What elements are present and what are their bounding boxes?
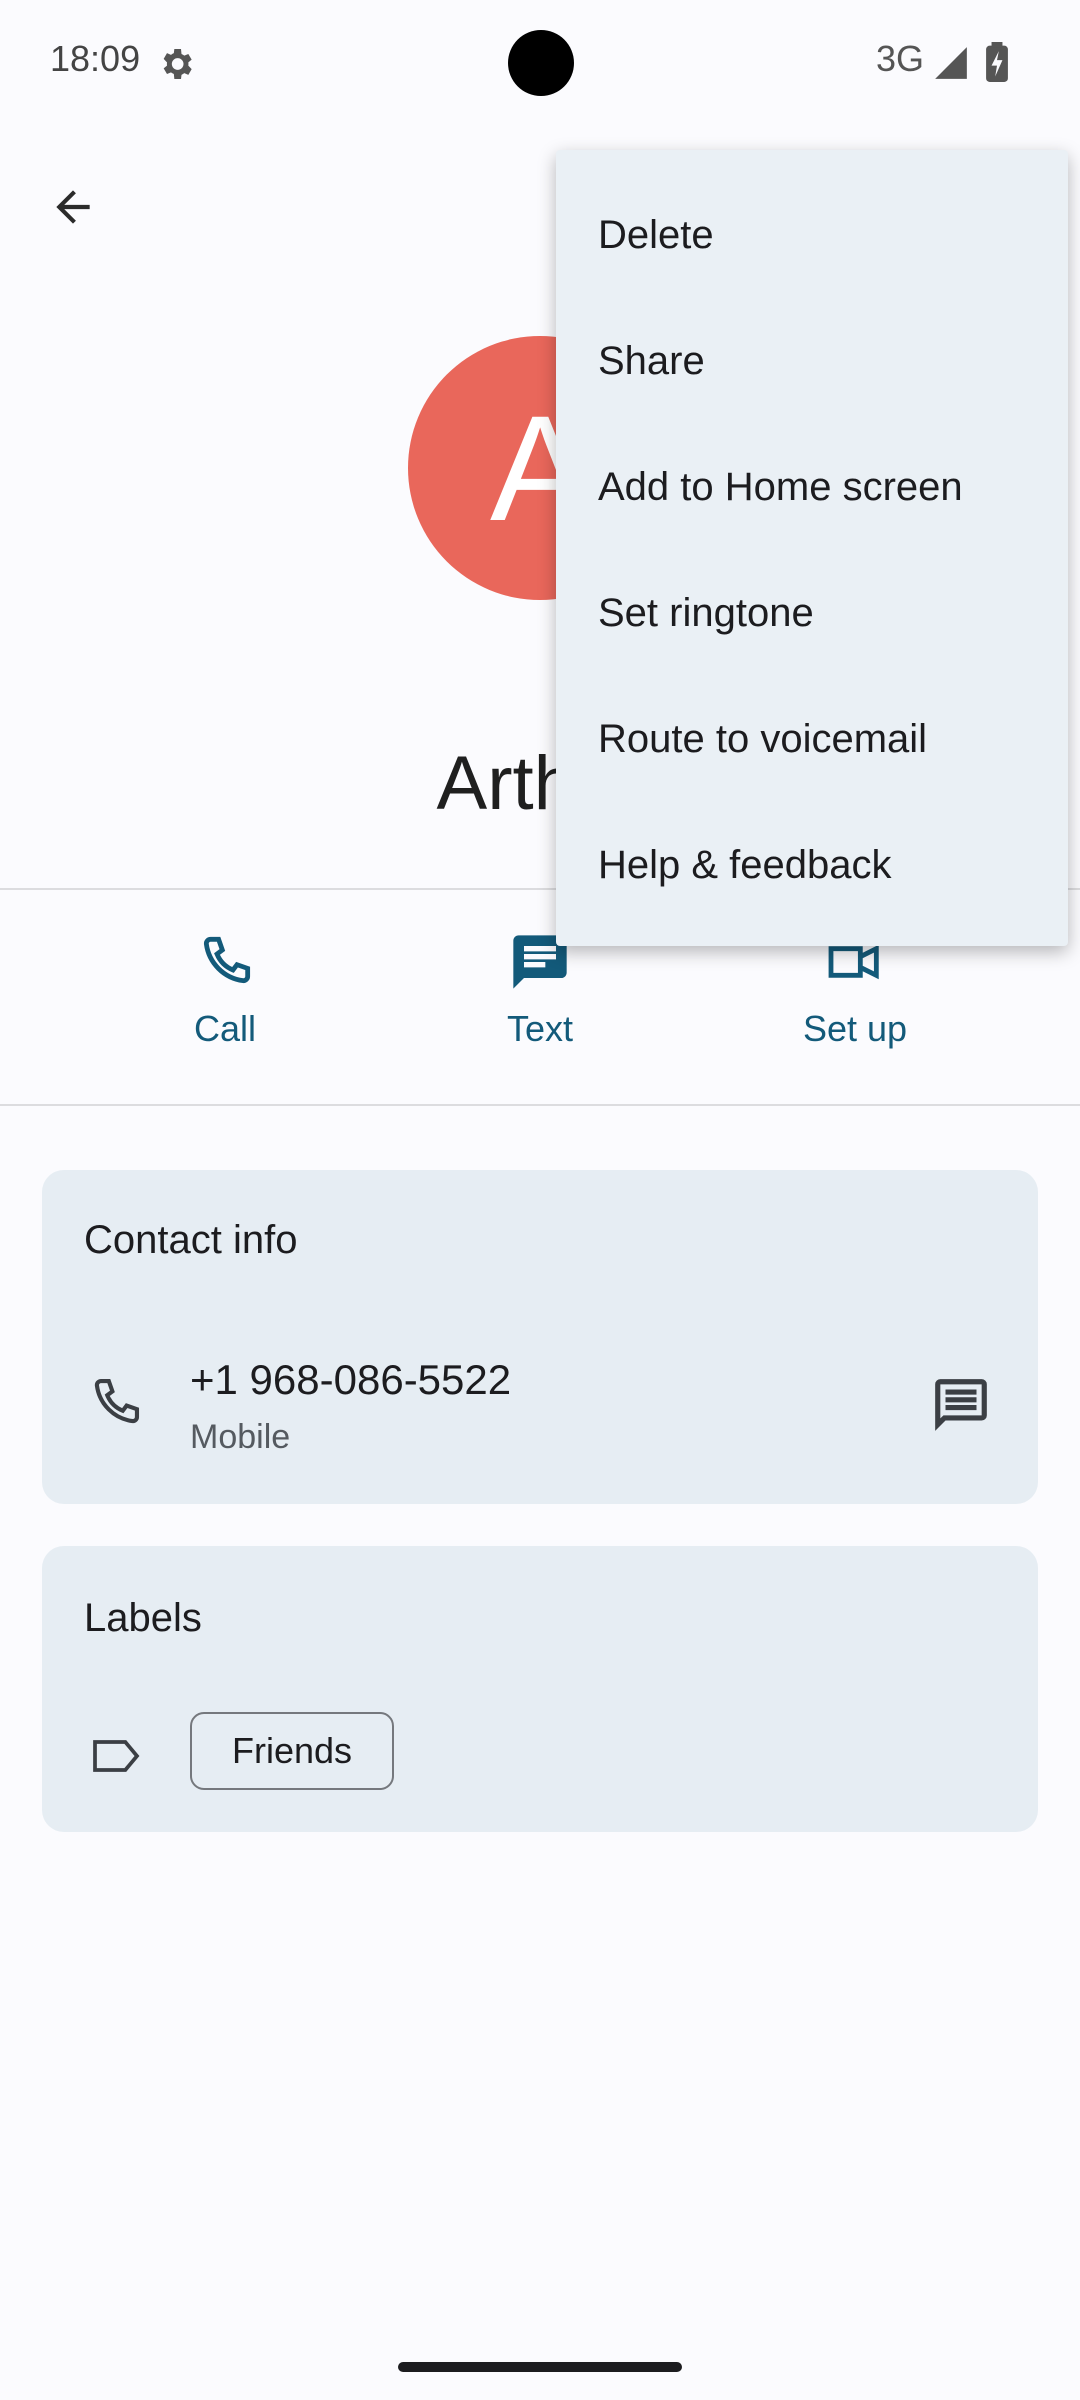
phone-type: Mobile <box>190 1418 291 1456</box>
arrow-back-icon <box>56 190 90 224</box>
status-time: 18:09 <box>50 38 141 79</box>
label-icon <box>93 1740 140 1772</box>
message-icon[interactable] <box>930 1374 992 1436</box>
setup-label: Set up <box>802 1008 908 1049</box>
phone-icon <box>94 1378 140 1424</box>
text-action[interactable]: Text <box>425 930 655 1050</box>
overflow-menu: Delete Share Add to Home screen Set ring… <box>556 150 1068 946</box>
gesture-navigation-bar[interactable] <box>398 2362 682 2372</box>
phone-number[interactable]: +1 968-086-5522 <box>190 1356 511 1404</box>
friends-label-chip[interactable]: Friends <box>190 1712 394 1790</box>
back-button[interactable] <box>36 170 110 244</box>
menu-item-set-ringtone[interactable]: Set ringtone <box>556 550 1068 676</box>
text-label: Text <box>506 1008 574 1049</box>
labels-card <box>42 1546 1038 1832</box>
divider <box>0 1104 1080 1106</box>
labels-title: Labels <box>84 1596 202 1640</box>
menu-item-delete[interactable]: Delete <box>556 172 1068 298</box>
signal-icon <box>935 47 967 79</box>
menu-item-help-feedback[interactable]: Help & feedback <box>556 802 1068 928</box>
battery-icon <box>986 42 1008 82</box>
menu-item-add-to-home-screen[interactable]: Add to Home screen <box>556 424 1068 550</box>
call-label: Call <box>193 1008 256 1049</box>
call-action[interactable]: Call <box>110 930 340 1050</box>
network-type: 3G <box>876 38 925 79</box>
phone-icon <box>203 936 251 984</box>
settings-gear-icon <box>163 49 192 79</box>
menu-item-share[interactable]: Share <box>556 298 1068 424</box>
camera-cutout <box>508 30 574 96</box>
contact-info-title: Contact info <box>84 1218 298 1262</box>
menu-item-route-to-voicemail[interactable]: Route to voicemail <box>556 676 1068 802</box>
setup-video-action[interactable]: Set up <box>740 930 970 1050</box>
